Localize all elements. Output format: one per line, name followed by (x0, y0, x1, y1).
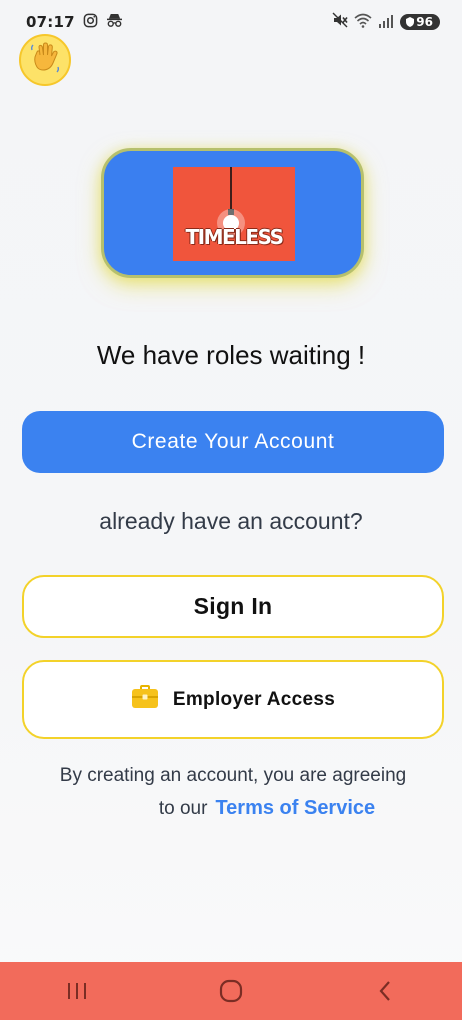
mute-icon (332, 12, 348, 32)
create-account-button[interactable]: Create Your Account (22, 411, 444, 473)
terms-notice: By creating an account, you are agreeing… (0, 760, 462, 825)
waving-hand-avatar[interactable] (19, 34, 71, 86)
create-account-label: Create Your Account (131, 430, 335, 453)
incognito-icon (106, 13, 123, 32)
status-bar: 07:17 96 (0, 0, 462, 44)
briefcase-icon (131, 684, 159, 715)
terms-line2: to our Terms of Service (0, 792, 462, 825)
waving-hand-icon (28, 41, 62, 79)
battery-icon: 96 (400, 14, 440, 30)
terms-line1: By creating an account, you are agreeing (59, 765, 407, 786)
wifi-icon (354, 13, 372, 32)
status-left: 07:17 (26, 13, 123, 32)
instagram-icon (83, 13, 98, 32)
terms-of-service-link[interactable]: Terms of Service (215, 797, 375, 819)
sign-in-label: Sign In (193, 593, 273, 619)
status-time: 07:17 (26, 13, 75, 31)
employer-access-label: Employer Access (172, 688, 336, 710)
status-right: 96 (332, 12, 440, 32)
employer-access-button[interactable]: Employer Access (22, 660, 444, 739)
signal-icon (378, 13, 394, 32)
back-icon[interactable] (355, 971, 415, 1011)
recent-apps-icon[interactable] (47, 971, 107, 1011)
headline: We have roles waiting ! (96, 340, 366, 370)
navigation-bar (0, 962, 462, 1020)
timeless-logo: TIMELESS (173, 167, 295, 261)
logo-text: TIMELESS (185, 225, 284, 249)
sign-in-button[interactable]: Sign In (22, 575, 444, 638)
terms-prefix: to our (158, 798, 208, 819)
home-icon[interactable] (201, 971, 261, 1011)
battery-level: 96 (416, 15, 433, 29)
logo-card: TIMELESS (101, 148, 364, 278)
already-have-account-text: already have an account? (99, 508, 363, 534)
